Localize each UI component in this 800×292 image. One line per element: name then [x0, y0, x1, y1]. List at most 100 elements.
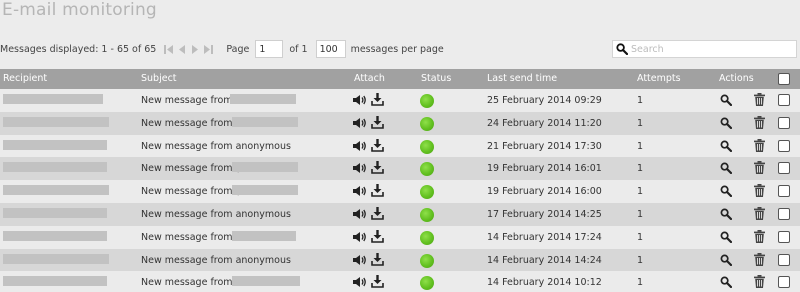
column-header-attempts[interactable]: Attempts [637, 73, 681, 84]
audio-icon[interactable] [353, 276, 367, 291]
download-icon[interactable] [371, 115, 384, 132]
view-icon[interactable] [720, 254, 733, 269]
view-icon[interactable] [720, 94, 733, 109]
view-icon[interactable] [720, 231, 733, 246]
audio-icon[interactable] [353, 231, 367, 246]
table-header: Recipient Subject Attach Status Last sen… [0, 69, 800, 89]
subject-redacted [230, 94, 296, 104]
last-send-time-cell: 24 February 2014 11:20 [487, 117, 602, 129]
trash-icon[interactable] [754, 115, 765, 132]
attempts-cell: 1 [637, 140, 644, 152]
view-icon[interactable] [720, 162, 733, 177]
column-header-status[interactable]: Status [421, 73, 451, 84]
trash-icon[interactable] [754, 184, 765, 200]
column-header-attach[interactable]: Attach [354, 73, 385, 84]
row-checkbox[interactable] [778, 116, 790, 129]
audio-icon[interactable] [353, 117, 367, 132]
status-ok-icon [420, 276, 434, 291]
download-icon[interactable] [371, 229, 384, 246]
trash-icon[interactable] [754, 138, 765, 155]
attempts-cell: 1 [637, 186, 644, 198]
attempts-cell: 1 [637, 254, 644, 266]
row-checkbox[interactable] [778, 94, 790, 106]
table-row[interactable]: New message from anonymous 14 February 20… [0, 248, 800, 272]
view-icon[interactable] [720, 185, 733, 200]
per-page-label: messages per page [350, 43, 444, 55]
audio-icon[interactable] [353, 94, 367, 109]
row-checkbox[interactable] [778, 253, 790, 266]
subject-cell: New message from [141, 231, 233, 243]
attempts-cell: 1 [637, 277, 644, 289]
last-page-icon[interactable] [203, 44, 214, 55]
per-page-input[interactable] [315, 40, 346, 58]
search-input[interactable] [631, 43, 791, 55]
download-icon[interactable] [371, 184, 384, 200]
prev-page-icon[interactable] [177, 44, 187, 55]
last-send-time-cell: 19 February 2014 16:00 [487, 186, 602, 198]
audio-icon[interactable] [353, 208, 367, 223]
download-icon[interactable] [371, 252, 384, 269]
search-icon [616, 43, 628, 55]
messages-table: Recipient Subject Attach Status Last sen… [0, 69, 800, 292]
download-icon[interactable] [371, 275, 384, 291]
row-checkbox[interactable] [778, 139, 790, 152]
audio-icon[interactable] [353, 254, 367, 269]
view-icon[interactable] [720, 276, 733, 291]
table-row[interactable]: New message from anonymous 17 February 20… [0, 202, 800, 226]
column-header-recipient[interactable]: Recipient [3, 73, 47, 84]
trash-icon[interactable] [754, 206, 765, 223]
download-icon[interactable] [371, 206, 384, 223]
subject-cell: New message from anonymous [141, 208, 291, 220]
download-icon[interactable] [371, 93, 384, 109]
table-row[interactable]: New message from 24 February 2014 11:20 1 [0, 111, 800, 135]
view-icon[interactable] [720, 140, 733, 155]
next-page-icon[interactable] [190, 44, 200, 55]
row-checkbox[interactable] [778, 230, 790, 243]
recipient-redacted [3, 276, 107, 287]
row-checkbox[interactable] [778, 276, 790, 289]
trash-icon[interactable] [754, 275, 765, 291]
row-checkbox[interactable] [778, 185, 790, 198]
status-ok-icon [420, 185, 434, 200]
trash-icon[interactable] [754, 252, 765, 269]
subject-cell: New message from anonymous [141, 254, 291, 266]
subject-redacted [232, 162, 298, 173]
status-ok-icon [420, 230, 434, 245]
recipient-redacted [3, 230, 107, 241]
subject-cell: New message from [141, 277, 233, 289]
view-icon[interactable] [720, 117, 733, 132]
recipient-redacted [3, 162, 107, 173]
download-icon[interactable] [371, 138, 384, 155]
row-checkbox[interactable] [778, 162, 790, 175]
status-ok-icon [420, 162, 434, 177]
table-row[interactable]: New message from ( 19 February 2014 16:00… [0, 180, 800, 203]
page-navigation [164, 44, 216, 55]
table-row[interactable]: New message from (19 February 2014 16:01… [0, 157, 800, 181]
search-box [612, 40, 797, 58]
first-page-icon[interactable] [164, 44, 174, 55]
trash-icon[interactable] [754, 161, 765, 177]
subject-redacted [232, 116, 298, 127]
audio-icon[interactable] [353, 185, 367, 200]
download-icon[interactable] [371, 161, 384, 177]
select-all-checkbox[interactable] [778, 73, 790, 85]
column-header-last-send-time[interactable]: Last send time [487, 73, 557, 84]
table-row[interactable]: New message from anonymous 21 February 20… [0, 134, 800, 158]
view-icon[interactable] [720, 208, 733, 223]
subject-cell: New message from ( [141, 186, 240, 198]
row-checkbox[interactable] [778, 207, 790, 220]
table-row[interactable]: New message from 14 February 2014 17:24 1 [0, 225, 800, 249]
audio-icon[interactable] [353, 162, 367, 177]
trash-icon[interactable] [754, 93, 765, 109]
table-row[interactable]: New message from 25 February 2014 09:29 1 [0, 89, 800, 112]
attempts-cell: 1 [637, 163, 644, 175]
subject-cell: New message from [141, 117, 233, 129]
table-row[interactable]: New message from 14 February 2014 10:12 1 [0, 271, 800, 292]
audio-icon[interactable] [353, 140, 367, 155]
status-ok-icon [420, 94, 434, 108]
attempts-cell: 1 [637, 231, 644, 243]
page-number-input[interactable] [255, 40, 284, 58]
column-header-subject[interactable]: Subject [141, 73, 177, 84]
last-send-time-cell: 19 February 2014 16:01 [487, 163, 602, 175]
trash-icon[interactable] [754, 229, 765, 246]
